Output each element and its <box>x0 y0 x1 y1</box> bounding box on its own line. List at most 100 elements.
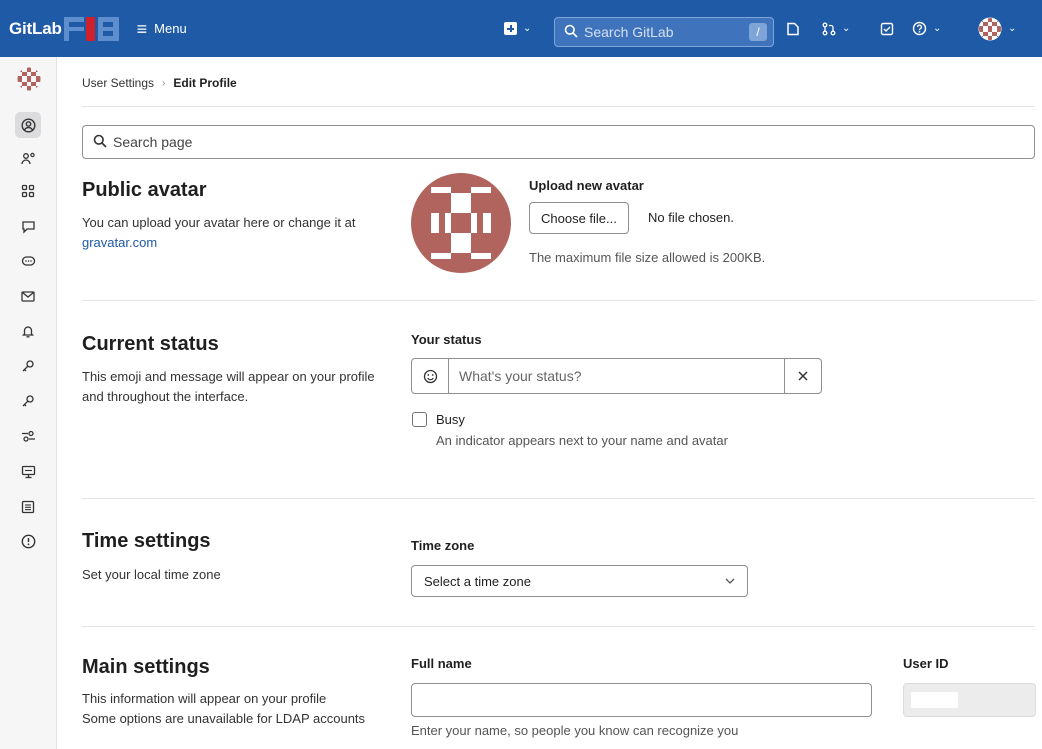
busy-label[interactable]: Busy <box>436 412 465 427</box>
search-icon <box>93 134 107 151</box>
gravatar-link[interactable]: gravatar.com <box>82 235 157 250</box>
left-sidebar <box>0 57 57 749</box>
sidebar-item-authentication-log[interactable] <box>15 494 41 520</box>
status-message-input[interactable] <box>449 359 784 393</box>
profile-icon <box>20 117 36 133</box>
full-name-help: Enter your name, so people you know can … <box>411 723 739 738</box>
sidebar-item-gpg-keys[interactable] <box>15 388 41 414</box>
choose-file-button[interactable]: Choose file... <box>529 202 629 234</box>
your-status-label: Your status <box>411 332 482 347</box>
upload-avatar-label: Upload new avatar <box>529 178 644 193</box>
page-search-input[interactable] <box>113 134 913 150</box>
chevron-down-icon: ⌄ <box>842 23 851 34</box>
global-search[interactable]: / <box>554 17 774 47</box>
merge-requests-dropdown[interactable]: ⌄ <box>822 0 850 57</box>
section-divider <box>82 300 1035 301</box>
section-divider <box>82 498 1035 499</box>
key-icon <box>22 360 34 372</box>
help-question-icon <box>912 21 927 36</box>
busy-help-text: An indicator appears next to your name a… <box>436 433 728 448</box>
current-status-description: This emoji and message will appear on yo… <box>82 369 375 404</box>
monitor-icon <box>21 465 35 479</box>
sidebar-item-notifications[interactable] <box>15 318 41 344</box>
applications-grid-icon <box>21 184 35 198</box>
main-settings-description-line1: This information will appear on your pro… <box>82 691 327 706</box>
time-settings-title: Time settings <box>82 530 211 552</box>
sidebar-item-usage-quotas[interactable] <box>15 528 41 554</box>
user-menu-dropdown[interactable]: ⌄ <box>978 0 1016 57</box>
breadcrumb: User Settings › Edit Profile <box>82 76 237 90</box>
user-id-field <box>903 683 1036 717</box>
brand-name: GitLab <box>9 18 62 38</box>
main-settings-description-line2: Some options are unavailable for LDAP ac… <box>82 711 366 726</box>
menu-button[interactable]: ≡ Menu <box>137 14 187 44</box>
close-icon <box>798 371 808 381</box>
page-search[interactable] <box>82 125 1035 159</box>
preferences-sliders-icon <box>21 430 35 442</box>
sidebar-item-preferences[interactable] <box>15 423 41 449</box>
notifications-bell-icon <box>21 326 35 338</box>
issues-icon <box>786 22 800 36</box>
top-navbar: GitLab ≡ Menu ⌄ / ⌄ <box>0 0 1042 57</box>
clear-status-button[interactable] <box>784 359 821 393</box>
public-avatar-description-text: You can upload your avatar here or chang… <box>82 215 356 230</box>
plus-square-icon <box>504 22 517 35</box>
breadcrumb-parent-link[interactable]: User Settings <box>82 76 154 90</box>
chevron-down-icon: ⌄ <box>1008 23 1017 34</box>
fib-logo-i <box>85 16 95 41</box>
search-icon <box>564 24 578 41</box>
breadcrumb-current[interactable]: Edit Profile <box>173 76 236 90</box>
todos-button[interactable] <box>880 0 894 57</box>
current-status-title: Current status <box>82 333 219 355</box>
sidebar-item-access-tokens[interactable] <box>15 248 41 274</box>
comment-icon <box>21 221 35 234</box>
section-divider <box>82 626 1035 627</box>
brand-logo[interactable]: GitLab <box>0 0 119 57</box>
public-avatar-title: Public avatar <box>82 179 207 201</box>
create-new-dropdown[interactable]: ⌄ <box>504 0 531 57</box>
help-dropdown[interactable]: ⌄ <box>912 0 941 57</box>
todo-check-icon <box>880 22 894 36</box>
fib-logo-b <box>97 16 119 41</box>
main-settings-description: This information will appear on your pro… <box>82 689 382 729</box>
current-avatar-image <box>411 173 511 273</box>
time-zone-select[interactable]: Select a time zone <box>411 565 748 597</box>
sidebar-item-account[interactable] <box>15 145 41 171</box>
merge-request-icon <box>822 22 836 35</box>
sidebar-user-avatar[interactable] <box>17 67 41 94</box>
key-icon <box>22 395 34 407</box>
token-icon <box>21 256 35 266</box>
sidebar-item-emails[interactable] <box>15 283 41 309</box>
hamburger-icon: ≡ <box>136 18 148 39</box>
no-file-text: No file chosen. <box>648 210 734 225</box>
public-avatar-description: You can upload your avatar here or chang… <box>82 213 382 253</box>
fib-logo-f <box>63 16 84 41</box>
issues-button[interactable] <box>786 0 800 57</box>
breadcrumb-separator-icon: › <box>162 77 166 89</box>
sidebar-item-profile[interactable] <box>15 112 41 138</box>
chevron-down-icon: ⌄ <box>523 23 532 34</box>
smiley-icon <box>423 369 437 383</box>
log-list-icon <box>21 500 35 514</box>
user-id-value-mask <box>911 692 958 708</box>
user-menu-wrap: ⌄ <box>978 17 1016 41</box>
sidebar-item-chat[interactable] <box>15 214 41 240</box>
full-name-input[interactable] <box>411 683 872 717</box>
mail-icon <box>21 290 35 302</box>
time-zone-label: Time zone <box>411 538 475 553</box>
gauge-icon <box>21 534 35 548</box>
busy-checkbox[interactable] <box>412 412 427 427</box>
sidebar-item-applications[interactable] <box>15 178 41 204</box>
global-search-input[interactable] <box>584 24 744 40</box>
status-input-group <box>411 358 822 394</box>
sidebar-item-active-sessions[interactable] <box>15 459 41 485</box>
search-shortcut-badge: / <box>749 23 767 41</box>
sidebar-item-ssh-keys[interactable] <box>15 353 41 379</box>
user-avatar-icon <box>978 17 1002 40</box>
create-new-icon-wrap: ⌄ <box>504 22 531 35</box>
breadcrumb-divider <box>82 106 1035 107</box>
user-avatar-icon <box>17 67 41 91</box>
user-id-label: User ID <box>903 656 949 671</box>
chevron-down-icon <box>725 576 735 587</box>
emoji-picker-button[interactable] <box>412 359 449 393</box>
